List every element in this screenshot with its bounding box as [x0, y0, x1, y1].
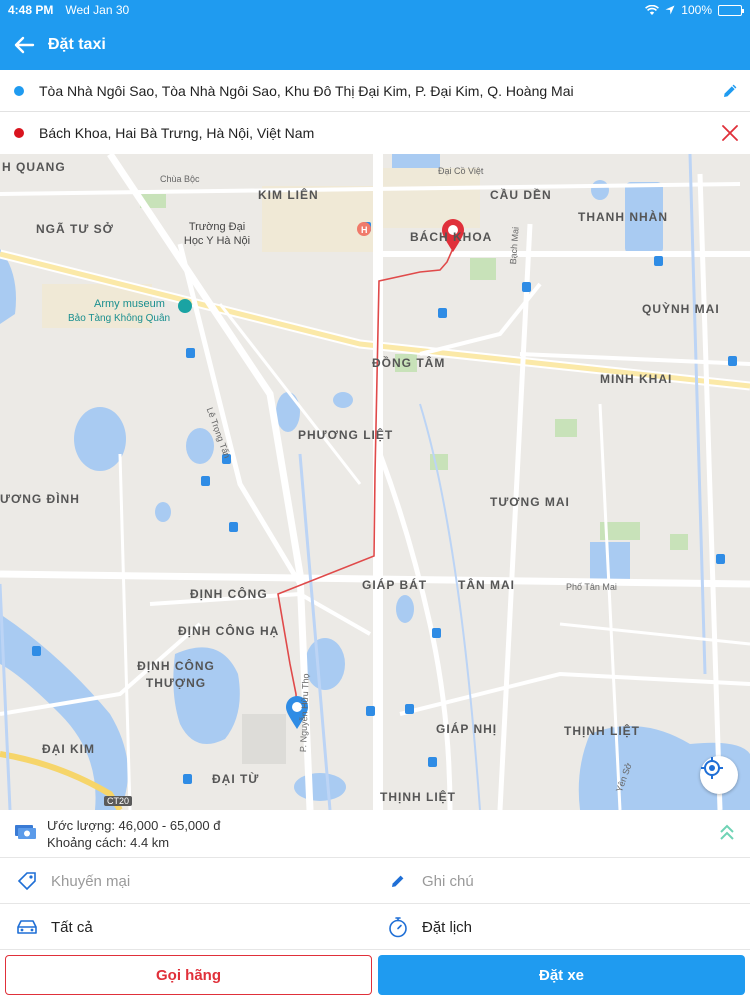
map-view[interactable]: H H QUANG NGÃ TƯ SỞ KIM LIÊN BÁCH KHOA C…: [0, 154, 750, 810]
map-canvas: H: [0, 154, 750, 810]
vehicle-type-selector[interactable]: Tất cả: [0, 904, 375, 950]
promo-placeholder: Khuyến mại: [51, 872, 131, 890]
pencil-icon: [385, 873, 411, 889]
map-label: ĐỊNH CÔNG HẠ: [178, 624, 280, 638]
pencil-icon: [724, 84, 737, 97]
destination-address: Bách Khoa, Hai Bà Trưng, Hà Nội, Việt Na…: [39, 125, 315, 141]
status-right: 100%: [645, 3, 744, 17]
price-estimate: Ước lượng: 46,000 - 65,000 đ: [47, 817, 221, 833]
status-time: 4:48 PM: [8, 3, 54, 17]
map-label: NGÃ TƯ SỞ: [36, 222, 114, 236]
map-label: TƯƠNG MAI: [490, 495, 570, 509]
vehicle-type-value: Tất cả: [51, 918, 93, 936]
map-label: THANH NHÀN: [578, 210, 668, 224]
map-label: H QUANG: [2, 160, 66, 174]
status-bar: 4:48 PM Wed Jan 30 100%: [0, 0, 750, 20]
my-location-button[interactable]: [700, 756, 738, 794]
street-label: Đại Cồ Việt: [438, 166, 484, 176]
map-label: ƯƠNG ĐÌNH: [0, 492, 80, 506]
map-label: GIÁP NHỊ: [436, 722, 498, 736]
map-label: KIM LIÊN: [258, 188, 319, 202]
schedule-button[interactable]: Đặt lịch: [375, 904, 750, 950]
schedule-label: Đặt lịch: [422, 918, 473, 936]
destination-dot-icon: [14, 128, 24, 138]
map-label: CẦU DỀN: [490, 188, 552, 202]
map-label: PHƯƠNG LIỆT: [298, 428, 394, 442]
call-company-button[interactable]: Gọi hãng: [5, 955, 372, 995]
street-label: Phố Tân Mai: [566, 582, 617, 592]
double-chevron-up-icon: [720, 824, 734, 840]
arrow-left-icon: [14, 36, 35, 54]
type-schedule-row: Tất cả Đặt lịch: [0, 904, 750, 950]
money-icon: [14, 822, 38, 845]
back-button[interactable]: [2, 20, 46, 70]
map-label: THỊNH LIỆT: [564, 724, 640, 738]
destination-row[interactable]: Bách Khoa, Hai Bà Trưng, Hà Nội, Việt Na…: [0, 112, 750, 154]
location-arrow-icon: [665, 5, 675, 15]
expand-panel-button[interactable]: [718, 822, 736, 849]
map-label: ĐẠI KIM: [42, 742, 95, 756]
poi-label: Trường Đại Học Y Hà Nội: [183, 221, 251, 247]
close-icon: [722, 125, 738, 141]
booking-panel: Ước lượng: 46,000 - 65,000 đ Khoảng cách…: [0, 810, 750, 1000]
note-field[interactable]: Ghi chú: [375, 858, 750, 904]
map-label: BÁCH KHOA: [410, 230, 493, 244]
map-label: THỊNH LIỆT: [380, 790, 456, 804]
poi-label: Army museum: [94, 298, 165, 310]
note-placeholder: Ghi chú: [422, 872, 474, 890]
book-ride-button[interactable]: Đặt xe: [378, 955, 745, 995]
distance-estimate: Khoảng cách: 4.4 km: [47, 834, 170, 850]
tag-icon: [14, 871, 40, 891]
svg-text:H: H: [361, 225, 368, 235]
crosshair-icon: [701, 757, 723, 779]
poi-label: Bảo Tàng Không Quân: [68, 313, 171, 324]
clear-destination-button[interactable]: [710, 112, 750, 154]
street-label: CT20: [104, 796, 133, 806]
map-label: ĐỒNG TÂM: [372, 356, 446, 370]
page-title: Đặt taxi: [48, 36, 106, 53]
map-label: ĐẠI TỪ: [212, 772, 260, 786]
edit-origin-button[interactable]: [710, 70, 750, 112]
map-label: MINH KHAI: [600, 372, 673, 386]
map-label: GIÁP BÁT: [362, 578, 428, 592]
map-label: ĐỊNH CÔNG THƯỢNG: [137, 659, 215, 690]
battery-icon: [718, 4, 744, 16]
status-date: Wed Jan 30: [65, 3, 130, 17]
car-icon: [14, 918, 40, 936]
stopwatch-icon: [385, 916, 411, 938]
origin-address: Tòa Nhà Ngôi Sao, Tòa Nhà Ngôi Sao, Khu …: [39, 82, 574, 99]
street-label: Chùa Bộc: [160, 174, 200, 184]
promo-field[interactable]: Khuyến mại: [0, 858, 375, 904]
fare-estimate: Ước lượng: 46,000 - 65,000 đ Khoảng cách…: [0, 810, 750, 858]
map-label: ĐỊNH CÔNG: [190, 587, 268, 601]
origin-dot-icon: [14, 85, 24, 96]
map-label: QUỲNH MAI: [642, 302, 720, 316]
battery-percent: 100%: [681, 3, 712, 17]
origin-row[interactable]: Tòa Nhà Ngôi Sao, Tòa Nhà Ngôi Sao, Khu …: [0, 70, 750, 112]
promo-note-row: Khuyến mại Ghi chú: [0, 858, 750, 904]
wifi-icon: [645, 4, 660, 15]
app-bar: Đặt taxi: [0, 20, 750, 70]
map-label: TÂN MAI: [458, 578, 515, 592]
